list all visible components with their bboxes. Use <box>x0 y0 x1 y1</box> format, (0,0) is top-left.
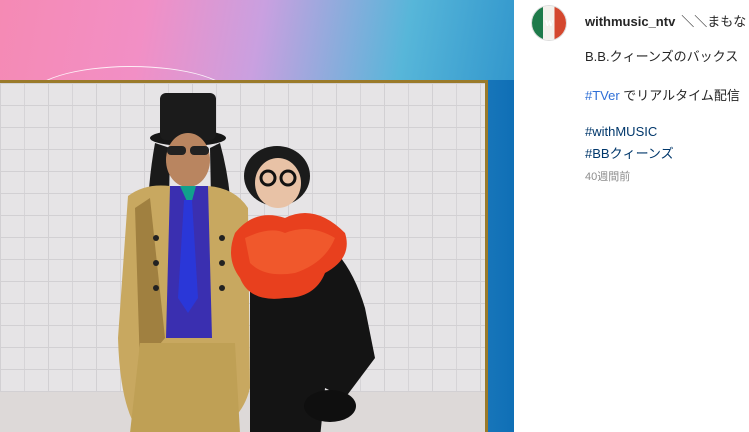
caption-text: B.B.クィーンズのバックス <box>585 49 739 64</box>
hashtag-withmusic-link[interactable]: #withMUSIC <box>585 124 657 139</box>
photo-frame <box>0 80 488 432</box>
profile-avatar[interactable]: w <box>532 6 566 40</box>
username-line: withmusic_ntv ＼＼まもな <box>585 11 746 30</box>
person-red-boa <box>231 146 375 432</box>
post-timestamp[interactable]: 40週間前 <box>585 168 630 184</box>
username-link[interactable]: withmusic_ntv <box>585 14 675 29</box>
caption-tver-text: でリアルタイム配信 <box>619 88 740 103</box>
hashtag-tver-link[interactable]: #TVer <box>585 88 620 103</box>
hashtag-bbqueens-link[interactable]: #BBクィーンズ <box>585 143 674 162</box>
post-image[interactable] <box>0 0 514 432</box>
post-caption-panel: w withmusic_ntv ＼＼まもな B.B.クィーンズのバックス #TVe… <box>514 0 749 432</box>
caption-tver-line: #TVer でリアルタイム配信 <box>585 85 740 104</box>
caption-first-line: ＼＼まもな <box>681 14 747 29</box>
